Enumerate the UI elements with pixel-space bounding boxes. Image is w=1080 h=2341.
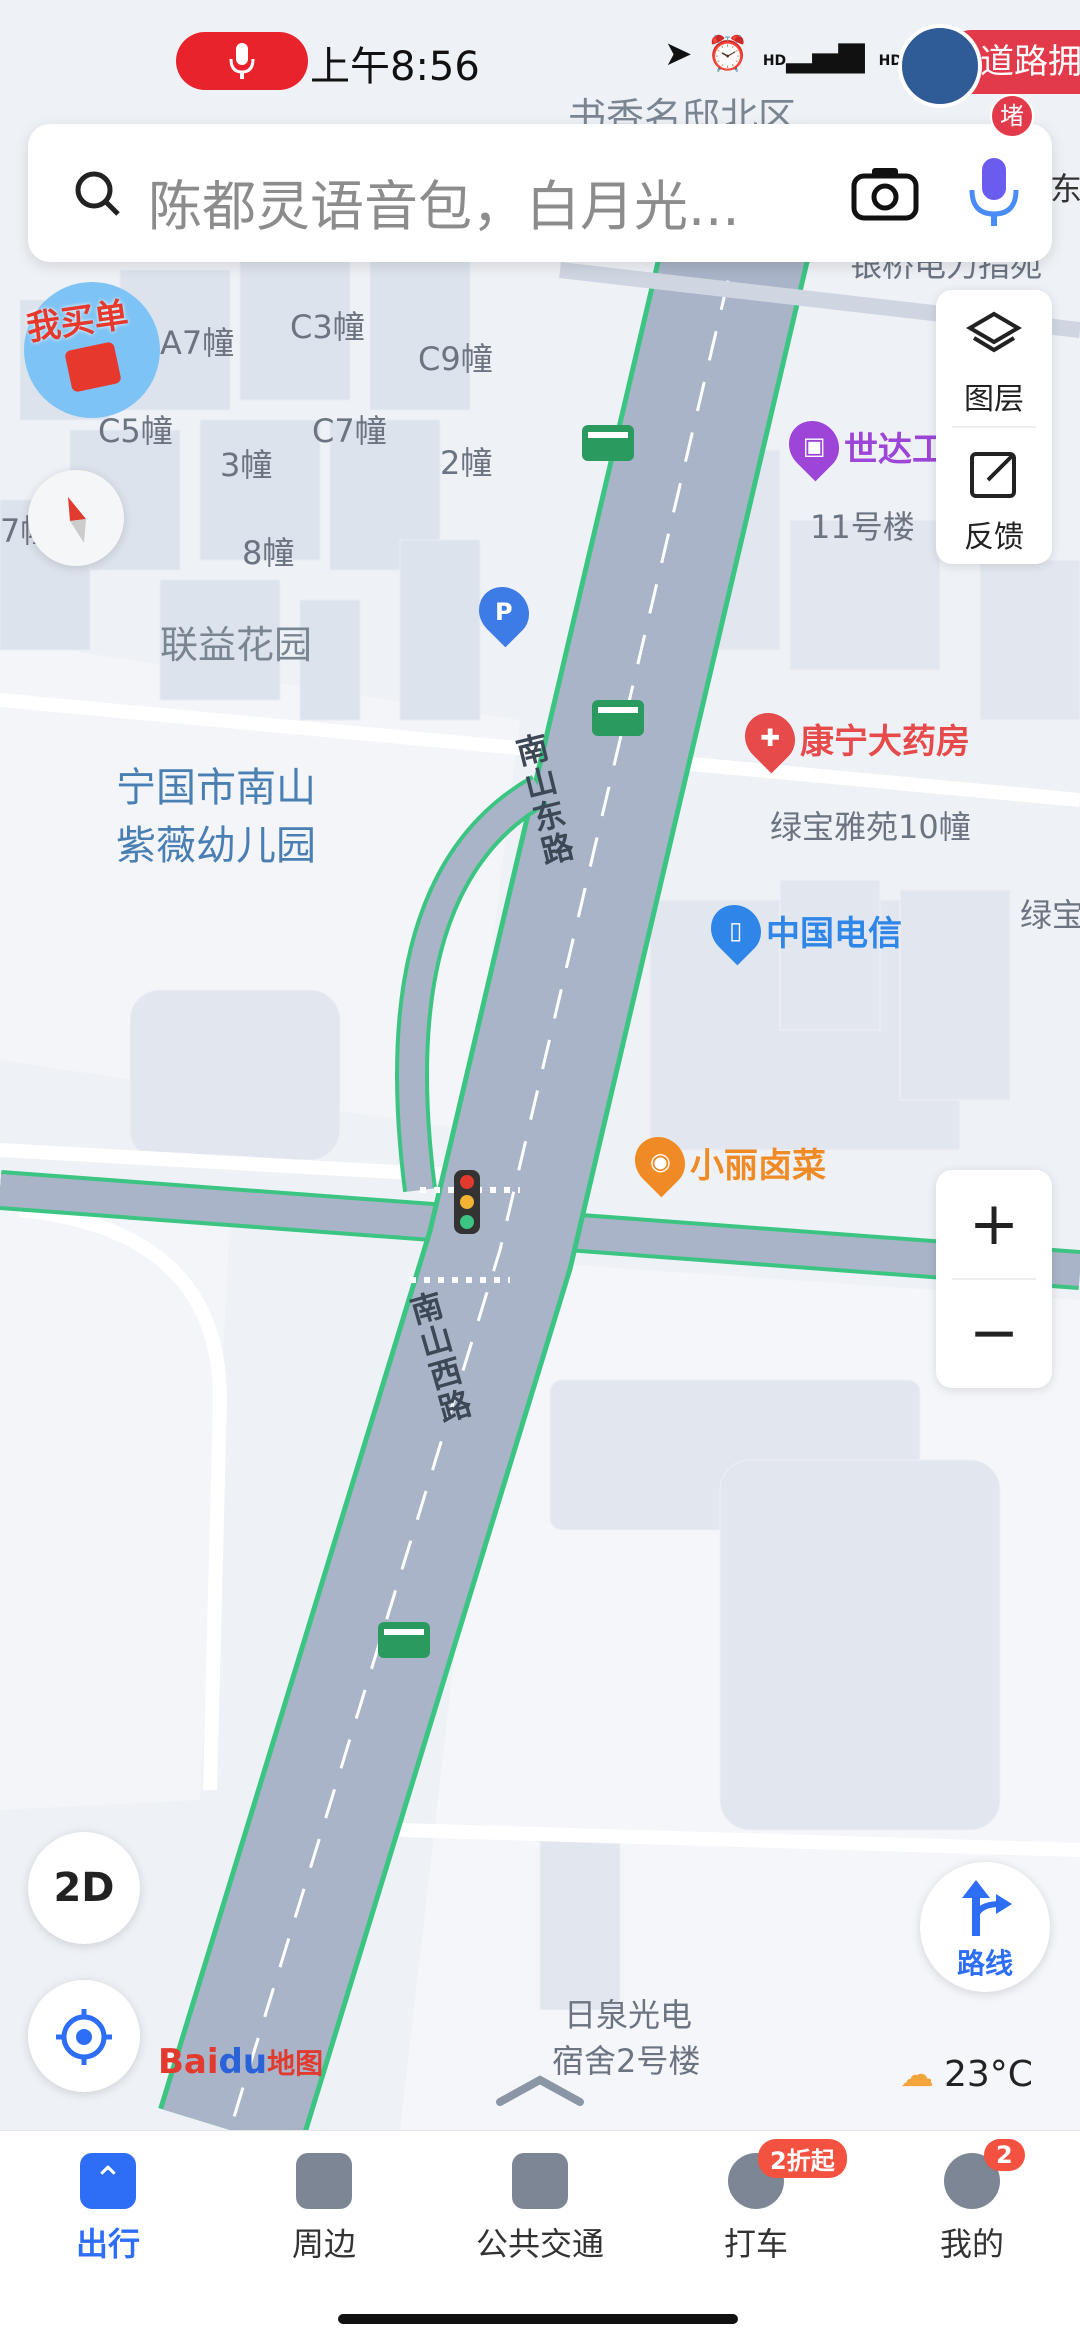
rain-cloud-icon: ☁ — [900, 2054, 934, 2095]
route-arrow-icon — [962, 1880, 1012, 1936]
camera-icon[interactable] — [850, 164, 920, 222]
nav-tab-nearby[interactable]: 周边 — [216, 2153, 432, 2265]
route-label: 路线 — [956, 1947, 1013, 1980]
weather-widget[interactable]: ☁ 23°C — [900, 2054, 1033, 2095]
layers-icon — [966, 311, 1022, 353]
nav-tab-nearby-label: 周边 — [291, 2225, 356, 2263]
pill-icon: ✚ — [734, 702, 806, 774]
map-label-right-edge: 东门 — [1050, 170, 1080, 208]
nav-tab-mine[interactable]: 我的 2 — [864, 2139, 1080, 2265]
compass-button[interactable] — [28, 470, 124, 566]
map-label-c3: C3幢 — [290, 308, 365, 346]
search-icon — [75, 171, 120, 216]
poi-telecom[interactable]: ▯ 中国电信 — [700, 894, 902, 966]
map-label-kindergarten-line2: 紫薇幼儿园 — [116, 823, 316, 869]
layers-label: 图层 — [964, 382, 1024, 417]
locate-button[interactable] — [28, 1980, 140, 2092]
logo-text-bai: Bai — [158, 2042, 219, 2082]
zoom-in-button[interactable]: + — [936, 1170, 1052, 1279]
poi-parking[interactable]: P — [468, 576, 540, 648]
status-time: 上午8:56 — [310, 44, 480, 90]
traffic-light-icon — [454, 1170, 480, 1234]
bottom-nav: ⌃ 出行 周边 公共交通 打车 2折起 我的 2 — [0, 2130, 1080, 2341]
logo-text-map: 地图 — [267, 2047, 324, 2080]
mode-2d-button[interactable]: 2D — [28, 1832, 140, 1944]
layers-button[interactable]: 图层 — [936, 290, 1052, 426]
weather-temp: 23°C — [944, 2054, 1033, 2095]
avatar[interactable] — [898, 24, 982, 108]
nav-tab-travel[interactable]: ⌃ 出行 — [0, 2153, 216, 2265]
map-label-c9: C9幢 — [418, 340, 493, 378]
voice-input-icon[interactable] — [964, 154, 1024, 234]
locate-icon — [56, 2008, 112, 2065]
feedback-label: 反馈 — [964, 520, 1024, 555]
voice-recording-indicator[interactable] — [176, 32, 308, 90]
map-label-lianyi: 联益花园 — [160, 623, 313, 667]
poi-telecom-label: 中国电信 — [766, 913, 902, 954]
nav-tab-mine-label: 我的 — [939, 2225, 1004, 2263]
map-label-c7: C7幢 — [312, 412, 387, 450]
poi-pharmacy[interactable]: ✚ 康宁大药房 — [734, 702, 970, 774]
nav-tab-transit-label: 公共交通 — [475, 2225, 604, 2263]
home-indicator — [338, 2314, 738, 2324]
shopping-bag-icon — [296, 2153, 352, 2209]
food-icon: ◉ — [624, 1126, 696, 1198]
location-arrow-icon: ➤ — [664, 34, 693, 74]
map-label-b2: 2幢 — [440, 444, 493, 482]
zoom-controls: + − — [936, 1170, 1052, 1388]
bus-icon — [512, 2153, 568, 2209]
poi-pharmacy-label: 康宁大药房 — [800, 721, 970, 762]
poi-shida-label: 世达工 — [844, 429, 946, 470]
baidu-map-logo: Baidu地图 — [158, 2042, 323, 2082]
feedback-icon — [970, 452, 1016, 498]
map-label-lvbao-edge: 绿宝 — [1020, 896, 1080, 934]
map-label-b8: 8幢 — [242, 534, 295, 572]
drawer-handle-icon[interactable] — [490, 2070, 590, 2110]
search-bar[interactable]: 陈都灵语音包，白月光... — [28, 124, 1052, 262]
map-label-a7: A7幢 — [160, 324, 235, 362]
signal-icon: HD▂▄▆ — [762, 34, 865, 74]
feedback-button[interactable]: 反馈 — [936, 428, 1052, 564]
traffic-mark-badge: 堵 — [990, 94, 1034, 138]
taxi-discount-badge: 2折起 — [758, 2139, 847, 2178]
search-input[interactable]: 陈都灵语音包，白月光... — [148, 162, 838, 241]
red-envelope-icon — [64, 341, 122, 393]
route-button[interactable]: 路线 — [920, 1862, 1050, 1992]
map-tools-panel: 图层 反馈 — [936, 290, 1052, 564]
map-label-kindergarten-line1: 宁国市南山 — [116, 765, 316, 811]
mine-notification-badge: 2 — [984, 2139, 1025, 2171]
shopping-bag-icon: ▣ — [778, 410, 850, 482]
poi-shida[interactable]: ▣ 世达工 — [778, 410, 946, 482]
map-label-dorm-line1: 日泉光电 — [564, 1996, 693, 2034]
map-label-lvbao: 绿宝雅苑10幢 — [770, 808, 971, 846]
poi-restaurant[interactable]: ◉ 小丽卤菜 — [624, 1126, 826, 1198]
nav-tab-transit[interactable]: 公共交通 — [432, 2153, 648, 2265]
zoom-out-button[interactable]: − — [936, 1279, 1052, 1388]
poi-restaurant-label: 小丽卤菜 — [690, 1145, 826, 1186]
nav-tab-travel-label: 出行 — [75, 2225, 140, 2263]
compass-icon — [68, 496, 86, 543]
promo-button[interactable]: 我买单 — [24, 282, 160, 418]
map-label-b3: 3幢 — [220, 446, 273, 484]
phone-icon: ▯ — [700, 894, 772, 966]
microphone-icon — [229, 43, 255, 79]
travel-icon: ⌃ — [80, 2153, 136, 2209]
nav-tab-taxi[interactable]: 打车 2折起 — [648, 2139, 864, 2265]
alarm-icon: ⏰ — [706, 34, 749, 74]
logo-text-du: du — [218, 2042, 268, 2082]
map-label-b11: 11号楼 — [810, 508, 915, 546]
nav-tab-taxi-label: 打车 — [723, 2225, 788, 2263]
